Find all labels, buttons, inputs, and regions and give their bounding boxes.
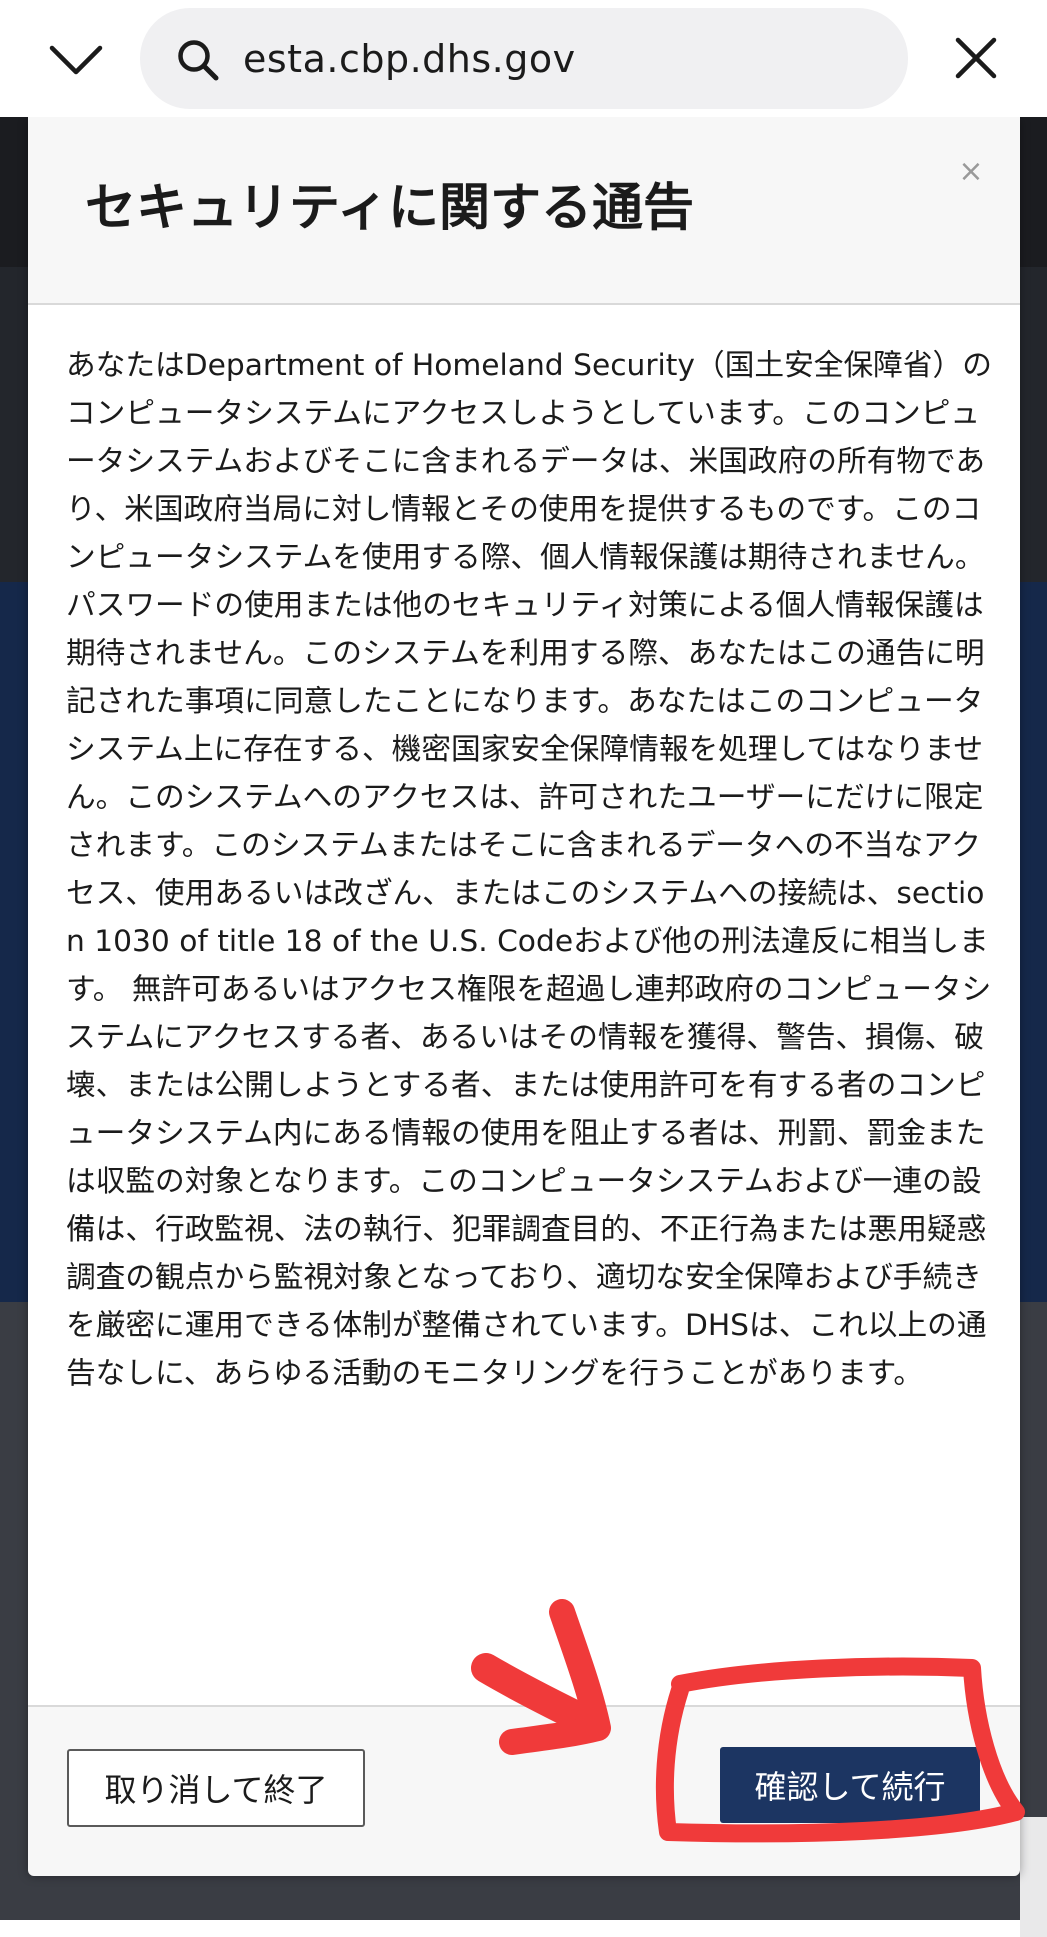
modal-body: あなたはDepartment of Homeland Security（国土安全… [28,305,1020,1705]
cancel-and-exit-button[interactable]: 取り消して終了 [67,1749,365,1827]
security-notice-text: あなたはDepartment of Homeland Security（国土安全… [66,348,992,1391]
security-notice-modal: セキュリティに関する通告 × あなたはDepartment of Homelan… [28,117,1020,1876]
browser-top-bar: esta.cbp.dhs.gov [0,0,1047,117]
collapse-button[interactable] [44,28,108,92]
modal-header: セキュリティに関する通告 × [28,117,1020,305]
close-icon [955,37,997,79]
chevron-down-icon [49,45,103,75]
background-edge-strip [1020,1817,1047,1937]
modal-close-icon[interactable]: × [956,157,986,187]
modal-footer: 取り消して終了 確認して続行 [28,1705,1020,1876]
search-icon [178,40,219,81]
url-text: esta.cbp.dhs.gov [243,37,576,81]
confirm-and-continue-button[interactable]: 確認して続行 [720,1747,980,1823]
address-bar[interactable]: esta.cbp.dhs.gov [140,8,908,109]
close-tab-button[interactable] [948,30,1004,86]
modal-title: セキュリティに関する通告 [85,179,694,238]
